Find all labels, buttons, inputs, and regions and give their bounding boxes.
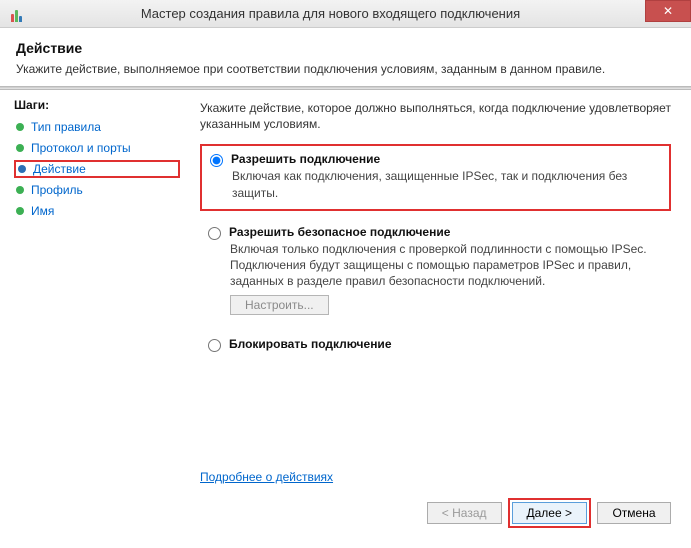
firewall-app-icon bbox=[8, 6, 24, 22]
close-icon: ✕ bbox=[663, 4, 673, 18]
next-button-highlight: Далее > bbox=[508, 498, 592, 528]
bullet-icon bbox=[18, 165, 26, 173]
back-button: < Назад bbox=[427, 502, 502, 524]
sidebar-item-label: Протокол и порты bbox=[31, 141, 131, 155]
option-desc: Включая как подключения, защищенные IPSe… bbox=[232, 168, 661, 200]
option-title: Блокировать подключение bbox=[229, 337, 392, 351]
learn-more-link[interactable]: Подробнее о действиях bbox=[200, 470, 333, 484]
steps-sidebar: Шаги: Тип правила Протокол и порты Дейст… bbox=[0, 90, 190, 544]
sidebar-item-action[interactable]: Действие bbox=[14, 160, 180, 178]
wizard-footer: < Назад Далее > Отмена bbox=[427, 498, 671, 528]
radio-input-secure[interactable] bbox=[208, 227, 221, 240]
sidebar-item-label: Имя bbox=[31, 204, 54, 218]
bullet-icon bbox=[16, 207, 24, 215]
radio-allow-connection[interactable]: Разрешить подключение bbox=[208, 152, 661, 168]
option-desc: Включая только подключения с проверкой п… bbox=[230, 241, 663, 290]
sidebar-item-label: Действие bbox=[33, 162, 86, 176]
bullet-icon bbox=[16, 123, 24, 131]
wizard-header: Действие Укажите действие, выполняемое п… bbox=[0, 28, 691, 86]
learn-more-container: Подробнее о действиях bbox=[200, 470, 333, 484]
sidebar-item-profile[interactable]: Профиль bbox=[14, 181, 180, 199]
sidebar-item-label: Профиль bbox=[31, 183, 83, 197]
option-title: Разрешить подключение bbox=[231, 152, 380, 166]
sidebar-item-rule-type[interactable]: Тип правила bbox=[14, 118, 180, 136]
titlebar: Мастер создания правила для нового входя… bbox=[0, 0, 691, 28]
radio-allow-secure[interactable]: Разрешить безопасное подключение bbox=[206, 225, 663, 241]
next-button[interactable]: Далее > bbox=[512, 502, 588, 524]
sidebar-item-name[interactable]: Имя bbox=[14, 202, 180, 220]
steps-heading: Шаги: bbox=[14, 98, 180, 112]
main-panel: Укажите действие, которое должно выполня… bbox=[190, 90, 691, 544]
radio-input-block[interactable] bbox=[208, 339, 221, 352]
bullet-icon bbox=[16, 186, 24, 194]
sidebar-item-label: Тип правила bbox=[31, 120, 101, 134]
radio-input-allow[interactable] bbox=[210, 154, 223, 167]
page-title: Действие bbox=[16, 40, 675, 56]
instruction-text: Укажите действие, которое должно выполня… bbox=[200, 100, 671, 132]
sidebar-item-protocol-ports[interactable]: Протокол и порты bbox=[14, 139, 180, 157]
page-subtitle: Укажите действие, выполняемое при соотве… bbox=[16, 62, 675, 76]
window-title: Мастер создания правила для нового входя… bbox=[30, 6, 691, 21]
close-button[interactable]: ✕ bbox=[645, 0, 691, 22]
cancel-button[interactable]: Отмена bbox=[597, 502, 671, 524]
option-title: Разрешить безопасное подключение bbox=[229, 225, 450, 239]
option-allow-secure: Разрешить безопасное подключение Включая… bbox=[200, 219, 671, 324]
bullet-icon bbox=[16, 144, 24, 152]
option-block-connection: Блокировать подключение bbox=[200, 331, 671, 361]
option-allow-connection: Разрешить подключение Включая как подклю… bbox=[200, 144, 671, 210]
radio-block-connection[interactable]: Блокировать подключение bbox=[206, 337, 663, 353]
configure-button: Настроить... bbox=[230, 295, 329, 315]
